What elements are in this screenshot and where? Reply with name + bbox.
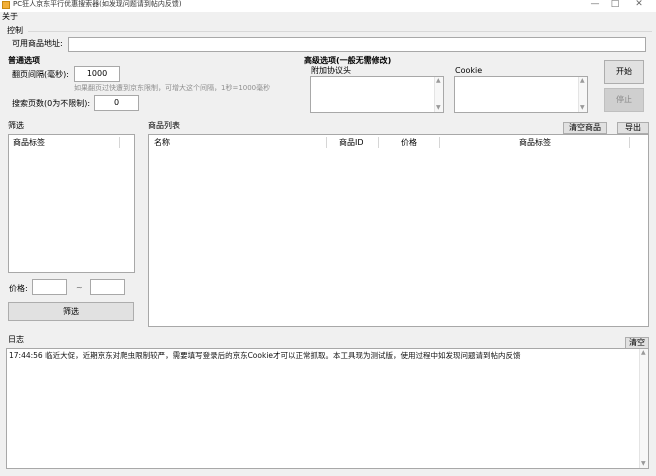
start-button[interactable]: 开始 — [604, 60, 644, 84]
column-header-price[interactable]: 价格 — [401, 138, 417, 148]
control-group-divider — [28, 31, 652, 32]
price-max-input[interactable] — [90, 279, 125, 295]
product-list[interactable]: 名称 商品ID 价格 商品标签 — [148, 134, 649, 327]
log-scrollbar[interactable]: ▲ ▼ — [639, 349, 648, 468]
scroll-up-icon[interactable]: ▲ — [580, 77, 585, 85]
url-label: 可用商品地址: — [12, 39, 63, 48]
column-header-name[interactable]: 名称 — [154, 138, 170, 148]
headers-label: 附加协议头 — [311, 66, 351, 75]
close-button[interactable]: ✕ — [630, 0, 648, 10]
column-header-id[interactable]: 商品ID — [339, 138, 364, 148]
interval-hint: 如果翻页过快遭到京东限制，可增大这个间隔，1秒=1000毫秒 — [74, 84, 271, 92]
column-separator — [326, 137, 327, 148]
scroll-down-icon[interactable]: ▼ — [436, 104, 441, 112]
advanced-options-title: 高级选项(一般无需修改) — [304, 56, 392, 65]
column-separator — [629, 137, 630, 148]
tag-list[interactable]: 商品标签 — [8, 134, 135, 273]
window-title: PC狂人京东平行优惠搜索器(如发现问题请到帖内反馈) — [13, 0, 182, 8]
filter-group-label: 筛选 — [8, 121, 24, 130]
cookie-scrollbar[interactable]: ▲ ▼ — [578, 77, 587, 112]
maximize-button[interactable]: □ — [606, 0, 624, 10]
app-icon — [2, 1, 10, 9]
control-group-label: 控制 — [7, 26, 23, 35]
export-button[interactable]: 导出 — [617, 122, 649, 134]
tag-list-header[interactable]: 商品标签 — [13, 138, 45, 148]
column-separator — [439, 137, 440, 148]
price-label: 价格: — [9, 284, 28, 293]
log-group-label: 日志 — [8, 335, 24, 344]
normal-options-title: 普通选项 — [8, 56, 40, 65]
pages-input[interactable]: 0 — [94, 95, 139, 111]
filter-button[interactable]: 筛选 — [8, 302, 134, 321]
interval-label: 翻页间隔(毫秒): — [12, 70, 69, 79]
column-separator — [378, 137, 379, 148]
column-header-tag[interactable]: 商品标签 — [519, 138, 551, 148]
stop-button[interactable]: 停止 — [604, 88, 644, 112]
product-list-label: 商品列表 — [148, 121, 180, 130]
interval-input[interactable]: 1000 — [74, 66, 120, 82]
headers-scrollbar[interactable]: ▲ ▼ — [434, 77, 443, 112]
log-textarea[interactable]: 17:44:56 临近大促，近期京东对爬虫限制较严，需要填写登录后的京东Cook… — [6, 348, 649, 469]
url-input[interactable] — [68, 37, 646, 52]
column-separator — [119, 137, 120, 148]
scroll-up-icon[interactable]: ▲ — [641, 349, 646, 357]
minimize-button[interactable]: — — [586, 0, 604, 10]
price-min-input[interactable] — [32, 279, 67, 295]
clear-products-button[interactable]: 清空商品 — [563, 122, 607, 134]
headers-textarea[interactable]: ▲ ▼ — [310, 76, 444, 113]
menu-about[interactable]: 关于 — [2, 12, 18, 22]
cookie-label: Cookie — [455, 66, 483, 75]
price-range-separator: ~ — [76, 283, 83, 292]
scroll-down-icon[interactable]: ▼ — [580, 104, 585, 112]
scroll-up-icon[interactable]: ▲ — [436, 77, 441, 85]
scroll-down-icon[interactable]: ▼ — [641, 460, 646, 468]
cookie-textarea[interactable]: ▲ ▼ — [454, 76, 588, 113]
pages-label: 搜索页数(0为不限制): — [12, 99, 91, 108]
log-line: 17:44:56 临近大促，近期京东对爬虫限制较严，需要填写登录后的京东Cook… — [9, 351, 521, 360]
